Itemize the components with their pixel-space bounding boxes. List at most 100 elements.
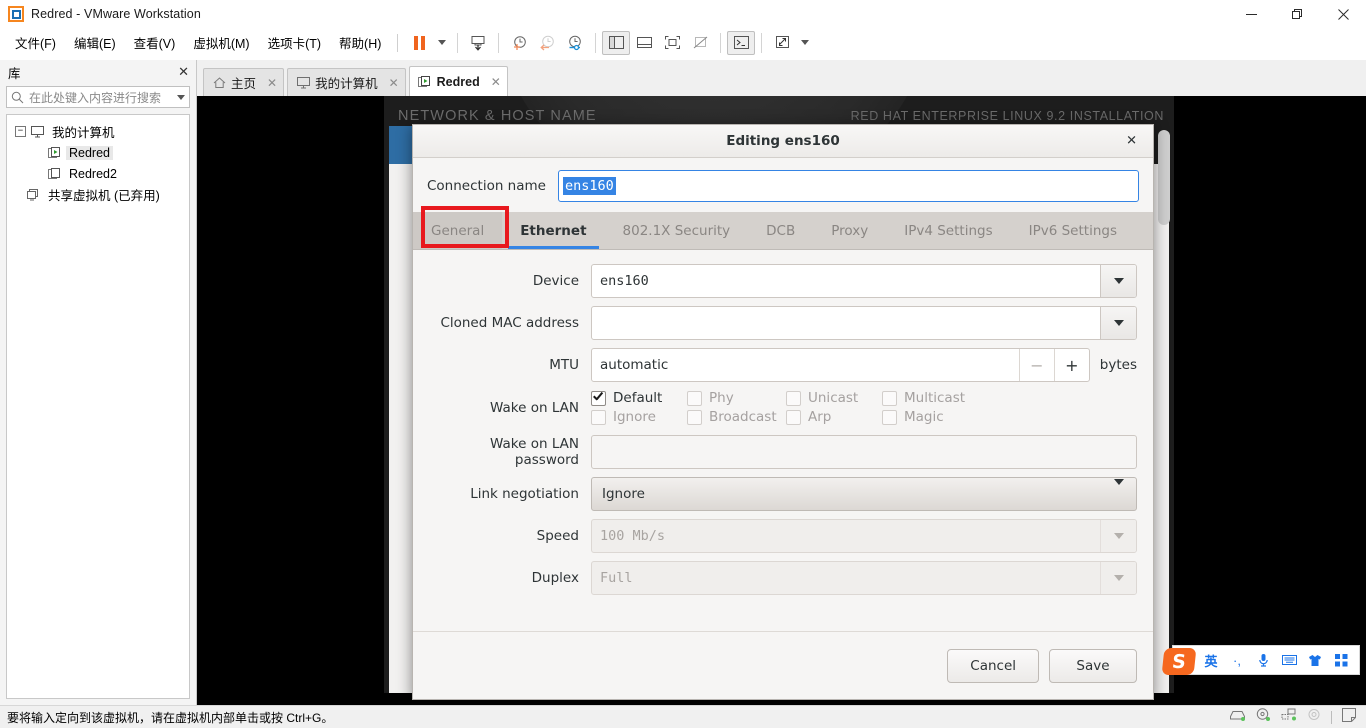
window-title: Redred - VMware Workstation	[31, 7, 201, 21]
wol-option-label: Default	[613, 390, 663, 406]
wol-checkbox-unicast[interactable]: Unicast	[786, 390, 882, 406]
wake-on-lan-password-input[interactable]	[591, 435, 1137, 469]
mtu-spinner[interactable]: automatic − +	[591, 348, 1090, 382]
stretch-dropdown-button[interactable]	[796, 31, 814, 55]
wol-option-label: Multicast	[904, 390, 966, 406]
network-status-icon[interactable]	[1281, 708, 1297, 726]
tab-close-icon[interactable]: ✕	[267, 76, 277, 90]
tree-item-my-computer[interactable]: − 我的计算机	[7, 121, 189, 142]
ime-language-toggle[interactable]: 英	[1199, 648, 1223, 672]
menu-vm[interactable]: 虚拟机(M)	[184, 29, 258, 56]
vmware-workstation-window: Redred - VMware Workstation 文件(F) 编辑(E) …	[0, 0, 1366, 728]
tree-item-redred[interactable]: Redred	[7, 142, 189, 163]
chevron-down-icon[interactable]	[177, 94, 185, 100]
dialog-close-icon[interactable]: ✕	[1126, 134, 1137, 149]
show-thumbnails-button[interactable]	[630, 31, 658, 55]
show-library-button[interactable]	[602, 30, 631, 55]
tab-close-icon[interactable]: ✕	[491, 75, 501, 89]
pause-button[interactable]	[405, 31, 433, 55]
menubar-separator	[397, 33, 399, 52]
ethernet-settings-form: Device ens160 Cloned MAC address MTU aut…	[413, 250, 1153, 595]
tree-expander-icon[interactable]: −	[15, 126, 26, 137]
wake-on-lan-label: Wake on LAN	[490, 399, 579, 416]
dialog-tab-ipv4-settings[interactable]: IPv4 Settings	[886, 212, 1010, 249]
menu-view[interactable]: 查看(V)	[125, 29, 185, 56]
unity-button[interactable]	[686, 31, 714, 55]
link-negotiation-dropdown-button[interactable]	[1114, 478, 1136, 504]
chevron-down-icon	[801, 40, 810, 45]
menubar: 文件(F) 编辑(E) 查看(V) 虚拟机(M) 选项卡(T) 帮助(H)	[0, 28, 1366, 57]
ime-toolbox[interactable]	[1329, 648, 1353, 672]
dialog-tab-dcb[interactable]: DCB	[748, 212, 813, 249]
wol-checkbox-broadcast[interactable]: Broadcast	[687, 409, 786, 425]
mtu-increment-button[interactable]: +	[1053, 349, 1089, 381]
link-negotiation-combobox[interactable]: Ignore	[591, 477, 1137, 511]
ime-skin[interactable]	[1303, 648, 1327, 672]
ime-voice-input[interactable]	[1251, 648, 1275, 672]
wol-checkbox-magic[interactable]: Magic	[882, 409, 992, 425]
console-button[interactable]	[727, 30, 756, 55]
mtu-units-label: bytes	[1099, 357, 1137, 373]
hard-disk-status-icon[interactable]	[1229, 708, 1246, 726]
dialog-tab-ethernet[interactable]: Ethernet	[502, 212, 604, 249]
minimize-button[interactable]	[1228, 0, 1274, 28]
power-arrow-icon	[471, 35, 485, 51]
menu-edit[interactable]: 编辑(E)	[65, 29, 125, 56]
shirt-icon	[1309, 654, 1321, 666]
wake-on-lan-password-label: Wake on LAN password	[490, 436, 579, 468]
dialog-tab-ipv6-settings[interactable]: IPv6 Settings	[1011, 212, 1135, 249]
wol-checkbox-multicast[interactable]: Multicast	[882, 390, 992, 406]
cloned-mac-combobox[interactable]	[591, 306, 1137, 340]
close-button[interactable]	[1320, 0, 1366, 28]
ime-soft-keyboard[interactable]	[1277, 648, 1301, 672]
vm-scrollbar[interactable]	[1158, 130, 1170, 225]
mtu-decrement-button[interactable]: −	[1018, 349, 1054, 381]
menu-help[interactable]: 帮助(H)	[330, 29, 390, 56]
thumbnail-bar-icon	[636, 37, 652, 48]
tree-item-redred2[interactable]: Redred2	[7, 163, 189, 184]
speed-label: Speed	[536, 528, 579, 544]
snapshot-manager-button[interactable]	[561, 31, 589, 55]
library-close-icon[interactable]: ✕	[178, 65, 189, 80]
usb-status-icon[interactable]	[1307, 708, 1321, 726]
device-dropdown-button[interactable]	[1100, 265, 1136, 297]
power-options-button[interactable]	[464, 31, 492, 55]
tab-close-icon[interactable]: ✕	[389, 76, 399, 90]
wol-checkbox-ignore[interactable]: Ignore	[591, 409, 687, 425]
wol-option-label: Broadcast	[709, 409, 777, 425]
dialog-tab-8021x-security[interactable]: 802.1X Security	[605, 212, 749, 249]
wol-checkbox-arp[interactable]: Arp	[786, 409, 882, 425]
dialog-tab-general[interactable]: General	[413, 212, 503, 249]
speed-value: 100 Mb/s	[600, 528, 666, 544]
dialog-tab-proxy[interactable]: Proxy	[813, 212, 886, 249]
wol-checkbox-default[interactable]: Default	[591, 390, 687, 406]
snapshot-revert-icon	[540, 35, 555, 50]
cancel-button[interactable]: Cancel	[947, 648, 1039, 683]
tree-item-label: Redred2	[69, 166, 117, 181]
sogou-logo-icon[interactable]: S	[1161, 648, 1197, 675]
menu-tabs[interactable]: 选项卡(T)	[259, 29, 330, 56]
tab-home[interactable]: 主页 ✕	[203, 68, 285, 96]
take-snapshot-button[interactable]	[505, 31, 533, 55]
tab-my-computer[interactable]: 我的计算机 ✕	[287, 68, 406, 96]
fullscreen-button[interactable]	[658, 31, 686, 55]
tab-redred[interactable]: Redred ✕	[408, 66, 508, 96]
tree-item-shared-vms[interactable]: 共享虚拟机 (已弃用)	[7, 184, 189, 205]
cloned-mac-dropdown-button[interactable]	[1100, 307, 1136, 339]
maximize-restore-button[interactable]	[1274, 0, 1320, 28]
cd-drive-status-icon[interactable]	[1256, 708, 1271, 726]
library-search-input[interactable]: 在此处键入内容进行搜索	[6, 86, 190, 108]
library-panel-icon	[608, 36, 624, 49]
wol-checkbox-phy[interactable]: Phy	[687, 390, 786, 406]
status-message: 要将输入定向到该虚拟机，请在虚拟机内部单击或按 Ctrl+G。	[7, 710, 334, 725]
message-log-icon[interactable]	[1342, 707, 1356, 727]
ime-punctuation-toggle[interactable]: ·,	[1225, 648, 1249, 672]
pause-dropdown-button[interactable]	[433, 31, 451, 55]
save-button[interactable]: Save	[1049, 648, 1137, 683]
device-combobox[interactable]: ens160	[591, 264, 1137, 298]
revert-snapshot-button[interactable]	[533, 31, 561, 55]
mtu-label: MTU	[549, 357, 579, 373]
stretch-button[interactable]	[768, 31, 796, 55]
connection-name-input[interactable]: ens160	[558, 170, 1139, 202]
menu-file[interactable]: 文件(F)	[6, 29, 65, 56]
